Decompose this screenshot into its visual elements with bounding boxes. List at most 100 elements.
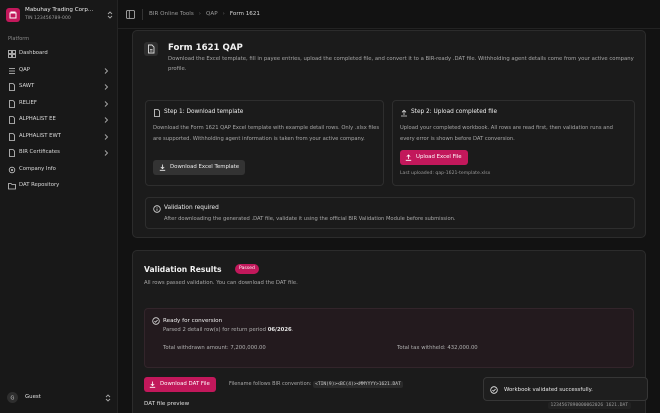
chevron-right-icon bbox=[103, 83, 109, 91]
download-dat-button[interactable]: Download DAT File bbox=[144, 377, 216, 392]
sidebar: Mabuhay Trading Corp... TIN 123456789-00… bbox=[0, 0, 118, 413]
file-icon bbox=[8, 100, 16, 108]
user-name: Guest bbox=[25, 394, 41, 400]
ready-subtitle: Parsed 2 detail row(s) for return period… bbox=[163, 327, 293, 333]
download-icon bbox=[149, 381, 156, 388]
breadcrumb: BIR Online Tools › QAP › Form 1621 bbox=[149, 11, 260, 17]
chevron-right-icon bbox=[103, 100, 109, 108]
button-label: Download Excel Template bbox=[170, 164, 240, 170]
step1-panel: Step 1: Download template Download the F… bbox=[145, 100, 384, 186]
last-uploaded-text: Last uploaded: qap-1621-template.xlsx bbox=[400, 171, 491, 176]
breadcrumb-separator: › bbox=[222, 11, 225, 17]
sidebar-item-label: RELIEF bbox=[19, 100, 37, 106]
filename-note: Filename follows BIR convention: <TIN(9)… bbox=[229, 381, 403, 388]
folder-icon bbox=[8, 182, 16, 190]
results-subtitle: All rows passed validation. You can down… bbox=[144, 280, 298, 286]
breadcrumb-item[interactable]: BIR Online Tools bbox=[149, 11, 194, 17]
user-menu[interactable]: G Guest bbox=[4, 390, 114, 406]
sidebar-item-dashboard[interactable]: Dashboard bbox=[4, 47, 114, 61]
sidebar-item-label: DAT Repository bbox=[19, 182, 60, 188]
chevron-right-icon bbox=[103, 116, 109, 124]
validation-note-title: Validation required bbox=[164, 205, 219, 211]
check-circle-icon bbox=[490, 386, 498, 394]
ready-title: Ready for conversion bbox=[163, 318, 223, 324]
upload-icon bbox=[400, 109, 408, 117]
chevron-updown-icon bbox=[106, 10, 114, 20]
settings-icon bbox=[8, 166, 16, 174]
sidebar-item-label: QAP bbox=[19, 67, 30, 73]
filename-pattern: <TIN(9)><BC(4)><MMYYYY>1621.DAT bbox=[313, 381, 403, 388]
step2-text: Upload your completed workbook. All rows… bbox=[400, 125, 613, 142]
sidebar-item-label: Company Info bbox=[19, 166, 56, 172]
download-icon bbox=[159, 164, 166, 171]
company-switcher[interactable]: Mabuhay Trading Corp... TIN 123456789-00… bbox=[6, 6, 114, 26]
file-icon bbox=[8, 116, 16, 124]
upload-excel-button[interactable]: Upload Excel File bbox=[400, 150, 468, 165]
breadcrumb-current: Form 1621 bbox=[229, 11, 260, 17]
file-icon bbox=[8, 83, 16, 91]
step1-text: Download the Form 1621 QAP Excel templat… bbox=[153, 125, 380, 142]
file-icon bbox=[153, 109, 161, 117]
sidebar-item-company-info[interactable]: Company Info bbox=[4, 163, 114, 177]
dashboard-icon bbox=[8, 50, 16, 58]
upload-icon bbox=[405, 154, 412, 161]
check-circle-icon bbox=[152, 317, 160, 325]
sidebar-item-label: BIR Certificates bbox=[19, 149, 60, 155]
validation-note-text: After downloading the generated .DAT fil… bbox=[164, 216, 456, 222]
sidebar-item-alphalist-ee[interactable]: ALPHALIST EE bbox=[4, 113, 114, 127]
filename-note-text: Filename follows BIR convention: bbox=[229, 381, 312, 387]
sidebar-section-label: Platform bbox=[8, 36, 30, 42]
sidebar-item-label: Dashboard bbox=[19, 50, 48, 56]
sidebar-item-label: ALPHALIST EWT bbox=[19, 133, 61, 139]
toast-notification[interactable]: Workbook validated successfully. bbox=[483, 377, 648, 401]
sidebar-item-label: SAWT bbox=[19, 83, 35, 89]
ready-panel: Ready for conversion Parsed 2 detail row… bbox=[144, 308, 634, 368]
list-icon bbox=[8, 67, 16, 75]
page-description: Download the Excel template, fill in pay… bbox=[168, 56, 634, 72]
step1-title: Step 1: Download template bbox=[164, 109, 244, 115]
ready-sub-text: Parsed 2 detail row(s) for return period bbox=[163, 327, 268, 333]
validation-note: Validation required After downloading th… bbox=[145, 197, 635, 229]
svg-text:G: G bbox=[11, 396, 15, 402]
company-tin: TIN 123456789-000 bbox=[25, 16, 71, 21]
main-content: BIR Online Tools › QAP › Form 1621 Form 1621… bbox=[118, 0, 660, 413]
results-title: Validation Results bbox=[144, 265, 222, 274]
sidebar-toggle-icon[interactable] bbox=[126, 10, 135, 19]
page-title: Form 1621 QAP bbox=[168, 43, 243, 53]
chevron-updown-icon bbox=[104, 393, 112, 403]
company-logo bbox=[6, 8, 20, 22]
status-badge: Passed bbox=[235, 264, 259, 274]
breadcrumb-separator: › bbox=[198, 11, 202, 17]
breadcrumb-item[interactable]: QAP bbox=[206, 11, 218, 17]
chevron-right-icon bbox=[103, 149, 109, 157]
chevron-right-icon bbox=[103, 133, 109, 141]
total-withdrawn: Total withdrawn amount: 7,200,000.00 bbox=[163, 345, 266, 351]
info-icon bbox=[153, 205, 161, 213]
chevron-right-icon bbox=[103, 67, 109, 75]
sidebar-item-qap[interactable]: QAP bbox=[4, 64, 114, 78]
preview-label: DAT file preview bbox=[144, 401, 190, 407]
sidebar-item-relief[interactable]: RELIEF bbox=[4, 97, 114, 111]
company-name: Mabuhay Trading Corp... bbox=[25, 7, 94, 13]
document-icon bbox=[144, 42, 158, 56]
avatar: G bbox=[7, 392, 18, 403]
divider bbox=[142, 9, 143, 20]
total-tax: Total tax withheld: 432,000.00 bbox=[397, 345, 478, 351]
button-label: Upload Excel File bbox=[416, 154, 462, 160]
file-icon bbox=[8, 133, 16, 141]
form-card: Form 1621 QAP Download the Excel templat… bbox=[132, 30, 646, 238]
ready-sub-suffix: . bbox=[291, 327, 294, 333]
button-label: Download DAT File bbox=[160, 381, 210, 387]
return-period: 06/2026 bbox=[267, 327, 292, 333]
toast-message: Workbook validated successfully. bbox=[504, 387, 593, 393]
file-icon bbox=[8, 149, 16, 157]
sidebar-item-label: ALPHALIST EE bbox=[19, 116, 56, 122]
topbar: BIR Online Tools › QAP › Form 1621 bbox=[118, 0, 660, 29]
sidebar-item-alphalist-ewt[interactable]: ALPHALIST EWT bbox=[4, 130, 114, 144]
sidebar-item-bir-certificates[interactable]: BIR Certificates bbox=[4, 146, 114, 160]
sidebar-item-sawt[interactable]: SAWT bbox=[4, 80, 114, 94]
sidebar-item-dat-repository[interactable]: DAT Repository bbox=[4, 179, 114, 193]
step2-title: Step 2: Upload completed file bbox=[411, 109, 498, 115]
download-template-button[interactable]: Download Excel Template bbox=[153, 160, 246, 175]
preview-filename: 1234567890000062026 1621.DAT bbox=[547, 402, 631, 409]
